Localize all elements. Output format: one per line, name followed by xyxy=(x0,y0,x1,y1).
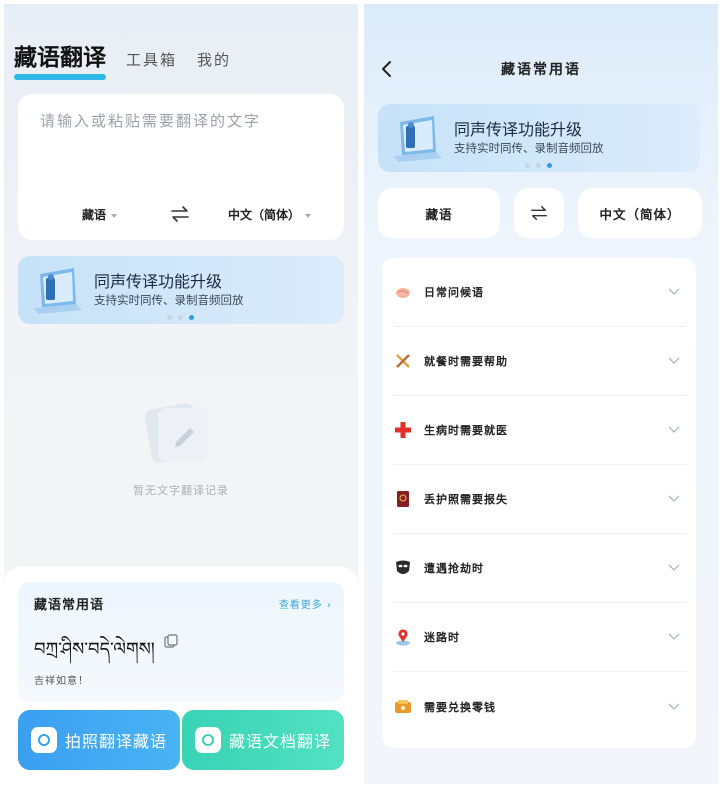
category-exchange-money[interactable]: 需要兑换零钱 xyxy=(394,672,686,741)
category-lost-passport[interactable]: 丢护照需要报失 xyxy=(394,465,686,534)
chevron-down-icon xyxy=(668,288,680,295)
target-language-button[interactable]: 中文（简体） xyxy=(578,188,702,238)
category-label: 日常问候语 xyxy=(424,286,484,299)
category-label: 需要兑换零钱 xyxy=(424,700,496,714)
chevron-down-icon xyxy=(305,213,312,218)
view-more-link[interactable]: 查看更多 › xyxy=(279,596,332,611)
phrase-category-list: 日常问候语 就餐时需要帮助 生病时需要就医 丢护照需要报失 遭遇抢劫时 迷路时 xyxy=(382,258,696,748)
source-language-select[interactable]: 藏语 xyxy=(82,206,118,223)
carousel-dot-active[interactable] xyxy=(547,163,552,168)
carousel-dot[interactable] xyxy=(167,315,172,320)
input-placeholder[interactable]: 请输入或粘贴需要翻译的文字 xyxy=(40,110,261,131)
banner-subtitle: 支持实时同传、录制音频回放 xyxy=(94,293,244,307)
empty-note-icon xyxy=(144,403,208,463)
chevron-down-icon xyxy=(668,564,680,571)
laptop-illustration-icon xyxy=(394,116,442,162)
carousel-dot[interactable] xyxy=(525,163,530,168)
chevron-down-icon xyxy=(668,703,680,710)
tab-label: 藏语翻译 xyxy=(14,45,106,71)
translate-input-card[interactable]: 请输入或粘贴需要翻译的文字 藏语 中文（简体） xyxy=(18,94,344,240)
category-label: 丢护照需要报失 xyxy=(424,493,508,506)
category-label: 遭遇抢劫时 xyxy=(424,562,484,575)
source-language-label: 藏语 xyxy=(82,208,107,222)
carousel-dots xyxy=(167,315,194,320)
common-phrases-screen: 藏语常用语 同声传译功能升级 支持实时同传、录制音频回放 藏语 中文（简体） 日… xyxy=(364,4,718,784)
tab-mine[interactable]: 我的 xyxy=(197,49,231,78)
chevron-down-icon xyxy=(668,633,680,640)
camera-icon xyxy=(30,727,57,753)
top-tabs: 藏语翻译 工具箱 我的 xyxy=(14,38,231,80)
chinese-translation: 吉祥如意！ xyxy=(34,676,89,687)
promo-banner[interactable]: 同声传译功能升级 支持实时同传、录制音频回放 xyxy=(18,256,344,324)
target-language-label: 中文（简体） xyxy=(228,208,301,222)
promo-banner[interactable]: 同声传译功能升级 支持实时同传、录制音频回放 xyxy=(378,104,700,172)
category-medical[interactable]: 生病时需要就医 xyxy=(394,396,686,465)
category-lost-way[interactable]: 迷路时 xyxy=(394,603,686,672)
handshake-icon xyxy=(396,288,410,298)
tab-toolbox[interactable]: 工具箱 xyxy=(126,49,177,78)
empty-state-text: 暂无文字翻译记录 xyxy=(133,484,229,497)
map-pin-icon xyxy=(396,629,410,646)
chevron-down-icon xyxy=(668,426,680,433)
photo-translate-label: 拍照翻译藏语 xyxy=(64,732,167,751)
common-phrases-card[interactable]: 藏语常用语 查看更多 › བཀྲ་ཤིས་བདེ་ལེགས། 吉祥如意！ xyxy=(18,582,344,702)
banner-title: 同声传译功能升级 xyxy=(94,272,223,291)
copy-icon[interactable] xyxy=(164,634,178,648)
photo-translate-button[interactable]: 拍照翻译藏语 xyxy=(18,710,180,770)
target-language-select[interactable]: 中文（简体） xyxy=(228,206,312,223)
swap-language-button[interactable] xyxy=(514,188,564,238)
category-label: 就餐时需要帮助 xyxy=(424,355,508,368)
page-title: 藏语常用语 xyxy=(501,62,581,78)
swap-icon[interactable] xyxy=(168,204,192,224)
banner-subtitle: 支持实时同传、录制音频回放 xyxy=(454,141,604,155)
category-label: 迷路时 xyxy=(424,631,460,644)
document-icon xyxy=(194,727,221,753)
swap-icon xyxy=(531,205,547,221)
laptop-illustration-icon xyxy=(34,268,82,314)
bottom-sheet: 藏语常用语 查看更多 › བཀྲ་ཤིས་བདེ་ལེགས། 吉祥如意！ 拍照翻… xyxy=(4,566,358,784)
category-dining[interactable]: 就餐时需要帮助 xyxy=(394,327,686,396)
home-screen: 藏语翻译 工具箱 我的 请输入或粘贴需要翻译的文字 藏语 中文（简体） 同声传译… xyxy=(4,4,358,784)
chevron-down-icon xyxy=(668,495,680,502)
banner-title: 同声传译功能升级 xyxy=(454,120,583,139)
category-label: 生病时需要就医 xyxy=(424,424,508,437)
passport-icon xyxy=(397,491,409,507)
carousel-dots xyxy=(525,163,552,168)
chevron-down-icon xyxy=(111,213,118,218)
carousel-dot[interactable] xyxy=(178,315,183,320)
tab-tibetan-translate[interactable]: 藏语翻译 xyxy=(14,38,106,80)
document-translate-button[interactable]: 藏语文档翻译 xyxy=(182,710,344,770)
source-language-button[interactable]: 藏语 xyxy=(378,188,500,238)
category-greetings[interactable]: 日常问候语 xyxy=(394,258,686,327)
carousel-dot-active[interactable] xyxy=(189,315,194,320)
category-robbery[interactable]: 遭遇抢劫时 xyxy=(394,534,686,603)
red-cross-icon xyxy=(395,422,411,438)
document-translate-label: 藏语文档翻译 xyxy=(228,732,331,751)
cutlery-icon xyxy=(396,354,410,368)
phrases-card-title: 藏语常用语 xyxy=(34,598,105,613)
chevron-down-icon xyxy=(668,357,680,364)
active-tab-underline xyxy=(14,74,106,80)
carousel-dot[interactable] xyxy=(536,163,541,168)
mask-icon xyxy=(396,560,410,574)
wallet-icon xyxy=(395,699,411,713)
